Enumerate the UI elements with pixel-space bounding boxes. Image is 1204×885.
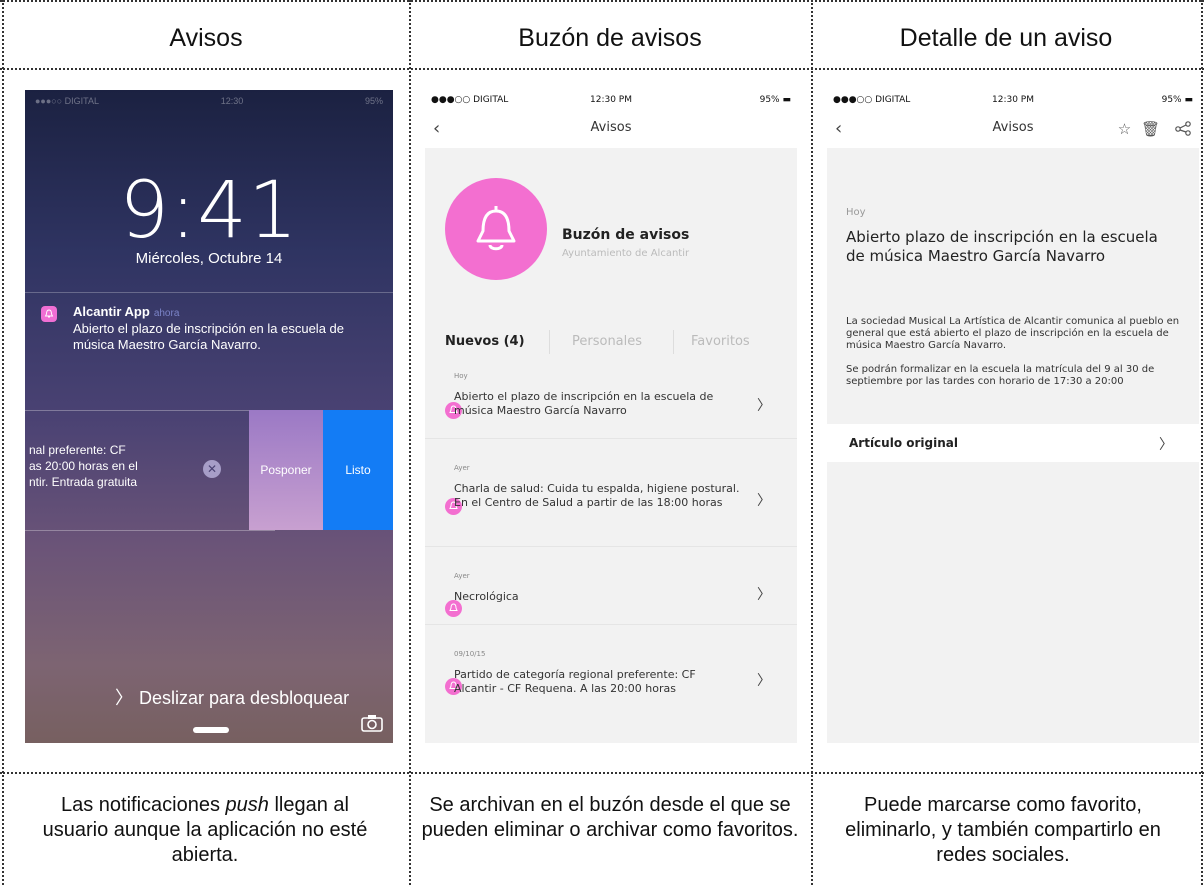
original-article-label: Artículo original <box>849 436 958 450</box>
done-button[interactable]: Listo <box>323 410 393 530</box>
inbox-title: Buzón de avisos <box>562 227 690 243</box>
divider <box>25 410 275 411</box>
battery-indicator: 95% ▬ <box>759 95 791 105</box>
item-date: 09/10/15 <box>454 650 486 658</box>
control-center-grabber[interactable] <box>193 727 229 733</box>
item-text: Charla de salud: Cuida tu espalda, higie… <box>454 482 740 509</box>
trash-icon[interactable]: 🗑 <box>1141 120 1160 138</box>
grid-right <box>1201 0 1203 885</box>
chevron-right-icon: 〉 <box>1159 437 1173 453</box>
status-time: 12:30 PM <box>590 95 632 105</box>
caption-buzon: Se archivan en el buzón desde el que se … <box>421 794 799 841</box>
item-text: Partido de categoría regional preferente… <box>454 668 696 695</box>
swiped-notification-text: nal preferente: CF as 20:00 horas en el … <box>29 443 138 489</box>
divider <box>425 546 797 547</box>
grid-top <box>0 0 1204 2</box>
lock-screen: ●●●○○ DIGITAL 12:30 95% 9:41 Miércoles, Oc… <box>25 90 393 743</box>
inbox-subtitle: Ayuntamiento de Alcantir <box>562 248 690 259</box>
item-date: Ayer <box>454 572 470 580</box>
notification-app-name: Alcantir App ahora <box>73 304 180 319</box>
notice-title: Abierto plazo de inscripción en la escue… <box>846 228 1158 265</box>
status-bar: ●●●○○ DIGITAL 12:30 PM 95% ▬ <box>425 90 797 110</box>
grid-left <box>2 0 4 885</box>
grid-caption-divider <box>0 772 1204 774</box>
star-icon[interactable]: ☆ <box>1118 120 1131 138</box>
item-date: Ayer <box>454 464 470 472</box>
battery-indicator: 95% ▬ <box>1161 95 1193 105</box>
status-bar: ●●●○○ DIGITAL 12:30 PM 95% ▬ <box>827 90 1199 110</box>
chevron-right-icon: 〉 <box>757 673 771 689</box>
item-date: Hoy <box>454 372 468 380</box>
tab-nuevos[interactable]: Nuevos (4) <box>445 334 525 349</box>
notice-date: Hoy <box>846 207 866 218</box>
tab-bar: Nuevos (4) Personales Favoritos <box>425 326 797 362</box>
divider <box>549 330 550 354</box>
original-article-link[interactable]: Artículo original 〉 <box>827 424 1199 462</box>
chevron-right-icon: 〉 <box>115 688 133 709</box>
clear-icon[interactable]: ✕ <box>203 460 221 478</box>
nav-bar: ‹ Avisos <box>425 110 797 148</box>
chevron-right-icon: 〉 <box>757 587 771 603</box>
grid-col-divider-1 <box>409 0 411 885</box>
lock-clock: 9:41 <box>119 166 299 256</box>
divider <box>25 530 275 531</box>
grid-col-divider-2 <box>811 0 813 885</box>
lock-status-bar: ●●●○○ DIGITAL 12:30 95% <box>35 96 383 106</box>
notice-paragraph: Se podrán formalizar en la escuela la ma… <box>846 364 1155 387</box>
slide-to-unlock[interactable]: 〉 Deslizar para desbloquear <box>115 684 349 710</box>
chevron-right-icon: 〉 <box>757 493 771 509</box>
tab-favoritos[interactable]: Favoritos <box>691 334 750 349</box>
column-title-detalle: Detalle de un aviso <box>899 24 1113 52</box>
column-title-avisos: Avisos <box>169 24 243 52</box>
divider <box>425 624 797 625</box>
detail-screen: ●●●○○ DIGITAL 12:30 PM 95% ▬ ‹ Avisos ☆ 🗑… <box>827 90 1199 743</box>
notice-paragraph: La sociedad Musical La Artística de Alca… <box>846 316 1180 351</box>
nav-bar: ‹ Avisos ☆ 🗑 <box>827 110 1199 148</box>
share-icon[interactable] <box>1170 120 1191 138</box>
chevron-right-icon: 〉 <box>757 398 771 414</box>
lock-date: Miércoles, Octubre 14 <box>135 250 283 267</box>
divider <box>25 292 393 293</box>
camera-icon[interactable] <box>361 714 383 732</box>
snooze-button[interactable]: Posponer <box>249 410 323 530</box>
status-time: 12:30 PM <box>992 95 1034 105</box>
item-text: Necrológica <box>454 590 519 603</box>
divider <box>673 330 674 354</box>
tab-personales[interactable]: Personales <box>572 334 642 349</box>
caption-avisos: Las notificaciones push llegan al usuari… <box>42 794 368 866</box>
nav-actions: ☆ 🗑 <box>1108 120 1191 138</box>
column-title-buzon: Buzón de avisos <box>518 24 702 52</box>
nav-title: Avisos <box>590 120 632 135</box>
caption-detalle: Puede marcarse como favorito, eliminarlo… <box>845 794 1161 866</box>
inbox-screen: ●●●○○ DIGITAL 12:30 PM 95% ▬ ‹ Avisos Bu… <box>425 90 797 743</box>
notification-body: Abierto el plazo de inscripción en la es… <box>73 321 345 352</box>
bell-icon <box>445 178 547 280</box>
item-text: Abierto el plazo de inscripción en la es… <box>454 390 714 417</box>
grid-header-divider <box>0 68 1204 70</box>
divider <box>425 438 797 439</box>
notification-time: ahora <box>153 308 180 319</box>
app-icon <box>41 306 57 322</box>
